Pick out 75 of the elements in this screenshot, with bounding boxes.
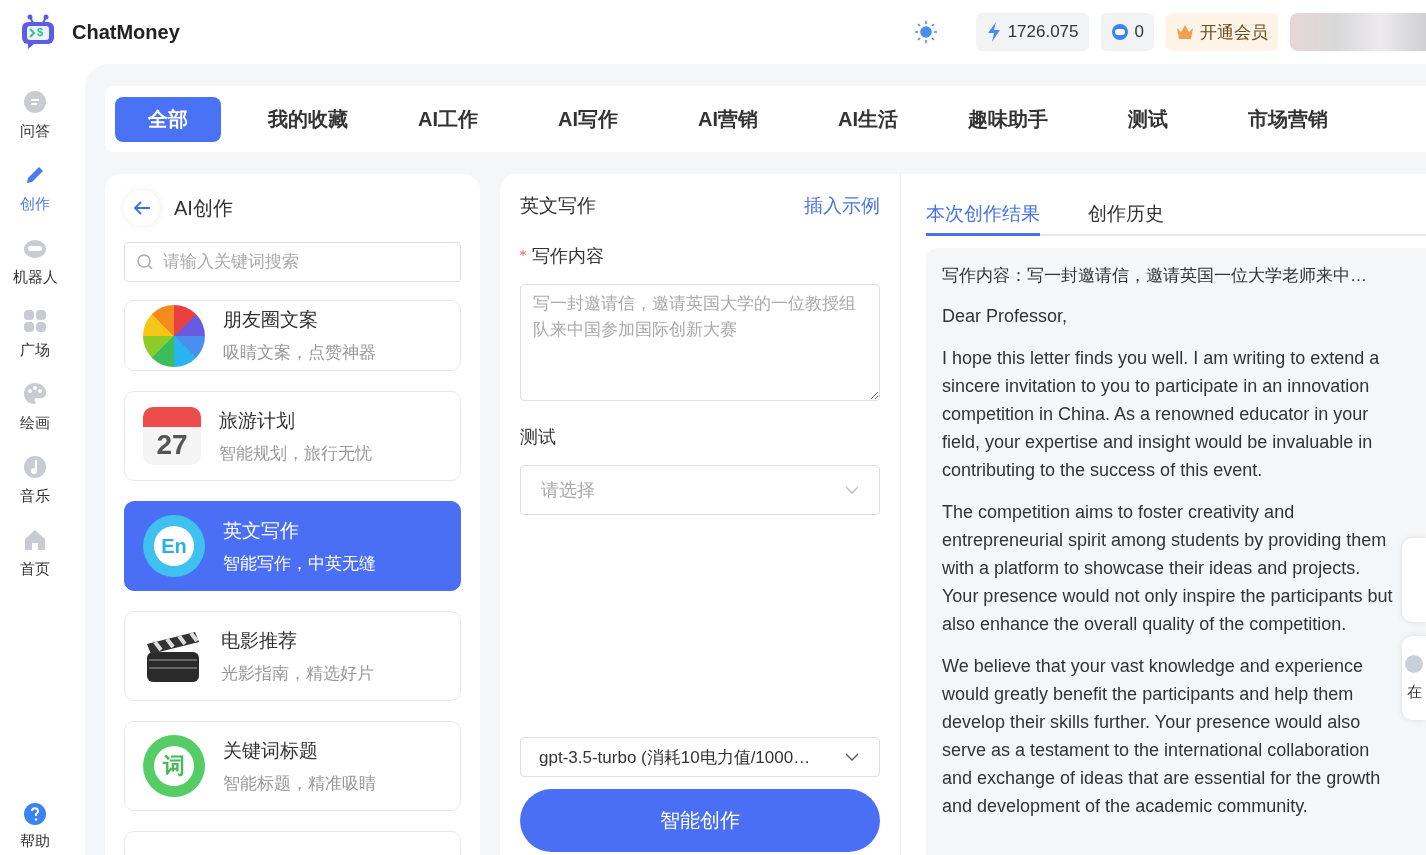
power-value: 1726.075 <box>1007 22 1079 42</box>
app-description: 智能标题，精准吸睛 <box>223 772 376 795</box>
nav-item[interactable]: 创作 <box>20 163 50 214</box>
nav-item[interactable]: 广场 <box>20 309 50 360</box>
chat-count: 0 <box>1134 22 1144 42</box>
category-tab[interactable]: AI工作 <box>395 96 501 142</box>
app-card[interactable]: En 英文写作 智能写作，中英无缝 <box>124 501 461 591</box>
app-description: 智能写作，中英无缝 <box>223 552 376 575</box>
left-arrow-icon <box>133 201 151 215</box>
vip-button[interactable]: 开通会员 <box>1166 13 1278 51</box>
power-balance-badge[interactable]: 1726.075 <box>975 13 1089 51</box>
chevron-down-icon <box>845 486 859 494</box>
category-tab[interactable]: 我的收藏 <box>255 96 361 142</box>
letter-paragraph: I hope this letter finds you well. I am writing to extend a sincere invitation to you to participate in an innovation competition in China. As a renowned educator in your field, your expertise and insight would be invaluable in contributing to the success of this event. <box>942 347 1381 482</box>
letters-icon: En <box>143 515 205 577</box>
app-description: 智能规划，旅行无忧 <box>219 442 372 465</box>
category-tab[interactable]: AI写作 <box>535 96 641 142</box>
app-name: 英文写作 <box>223 518 300 543</box>
search-field[interactable]: 请输入关键词搜索 <box>124 242 461 282</box>
nav-item[interactable]: 机器人 <box>12 236 58 287</box>
prompt-summary: 写作内容：写一封邀请信，邀请英国一位大学老师来中… <box>942 265 1368 287</box>
app-card[interactable]: 词 关键词标题 智能标题，精准吸睛 <box>124 721 461 811</box>
nav-item[interactable]: 问答 <box>20 90 50 141</box>
calendar-icon: 27 <box>143 407 201 465</box>
vip-label: 开通会员 <box>1200 21 1268 44</box>
app-name: 电影推荐 <box>221 628 298 653</box>
writing-content-field[interactable]: 写一封邀请信，邀请英国大学的一位教授组队来中国参加国际创新大赛 <box>520 284 880 401</box>
grid-icon <box>23 309 47 333</box>
app-card[interactable]: 27 旅游计划 智能规划，旅行无忧 <box>124 391 461 481</box>
create-button[interactable]: 智能创作 <box>520 789 880 852</box>
app-name: 朋友圈文案 <box>223 308 319 332</box>
chevron-down-icon <box>845 753 859 761</box>
nav-item[interactable]: 音乐 <box>20 455 50 506</box>
field-label: 写作内容 <box>532 245 604 268</box>
palette-icon <box>23 382 47 406</box>
app-name: 关键词标题 <box>223 738 319 763</box>
letter-paragraph: Dear Professor, <box>942 305 1069 328</box>
app-card[interactable]: 电影推荐 光影指南，精选好片 <box>124 611 461 701</box>
chat-bubble-icon <box>1110 23 1129 41</box>
music-note-icon <box>23 455 47 479</box>
field-label: 测试 <box>520 426 556 449</box>
floating-online-button[interactable]: 在 <box>1402 636 1426 720</box>
avatar-placeholder[interactable] <box>1290 13 1426 51</box>
lightning-icon <box>985 22 1002 42</box>
letter-paragraph: We believe that your vast knowledge and experience would greatly benefit the participants and help them develop their skills further. Your presence would also serve as a testament to the international collaboration and exchange of ideas that are essential for the growth and development of the academic community. <box>942 655 1382 818</box>
nav-item[interactable]: 绘画 <box>20 382 50 433</box>
app-description: 光影指南，精选好片 <box>221 662 374 685</box>
search-icon <box>137 254 153 270</box>
crown-icon <box>1176 24 1194 40</box>
insert-example-link[interactable]: 插入示例 <box>804 193 880 219</box>
category-tab[interactable]: AI生活 <box>815 96 921 142</box>
result-tab[interactable]: 本次创作结果 <box>926 194 1040 236</box>
category-tab[interactable]: AI营销 <box>675 96 781 142</box>
chat-bubble-icon <box>23 90 47 114</box>
category-tab[interactable]: 全部 <box>115 96 221 142</box>
word-icon: 词 <box>143 735 205 797</box>
help-item[interactable]: 帮助 <box>20 802 50 851</box>
sun-icon <box>913 20 938 44</box>
form-title: 英文写作 <box>520 194 596 218</box>
house-icon <box>23 528 47 552</box>
letter-paragraph: The competition aims to foster creativity and entrepreneurial spirit among students by providing them with a platform to showcase their ideas and projects. Your presence would not only inspire the participants but also enhance the overall quality of the competition. <box>942 501 1394 636</box>
nav-item[interactable]: 首页 <box>20 528 50 579</box>
app-name: 旅游计划 <box>219 408 296 433</box>
back-button[interactable] <box>124 190 160 226</box>
app-description: 吸睛文案，点赞神器 <box>223 342 376 364</box>
category-tab[interactable]: 市场营销 <box>1235 96 1341 142</box>
category-tab[interactable]: 测试 <box>1095 96 1201 142</box>
model-select[interactable]: gpt-3.5-turbo (消耗10电力值/1000… <box>520 737 880 777</box>
chat-count-badge[interactable]: 0 <box>1100 13 1154 51</box>
question-mark-icon <box>23 802 47 826</box>
app-card[interactable]: 朋友圈文案 吸睛文案，点赞神器 <box>124 300 461 371</box>
result-tab[interactable]: 创作历史 <box>1088 194 1164 236</box>
category-tab[interactable]: 趣味助手 <box>955 96 1061 142</box>
brand-name: ChatMoney <box>72 20 180 44</box>
panel-title: AI创作 <box>174 195 233 221</box>
